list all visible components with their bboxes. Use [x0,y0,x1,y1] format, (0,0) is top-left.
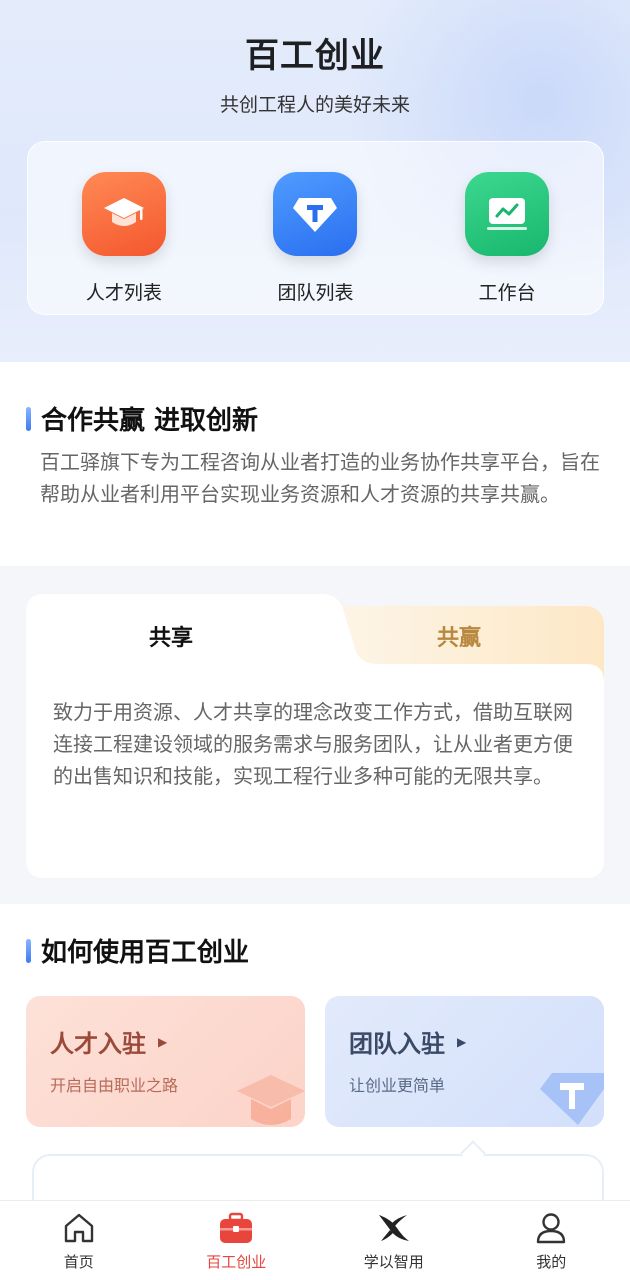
quick-link-team-list[interactable]: 团队列表 [240,172,390,305]
quick-link-talent-list[interactable]: 人才列表 [49,172,199,305]
how-to-heading-text: 如何使用百工创业 [41,938,250,968]
team-join-title: 团队入驻 ▶ [349,1024,466,1059]
tab-share[interactable]: 共享 [26,606,316,666]
share-win-panel: 共享 共赢 致力于用资源、人才共享的理念改变工作方式，借助互联网连接工程建设领域… [26,594,604,878]
x-logo-icon [377,1211,411,1245]
home-icon [62,1211,96,1245]
team-diamond-icon [273,172,358,256]
heading-accent-bar [26,406,31,431]
about-heading: 合作共赢 进取创新 [26,400,258,437]
talent-join-title: 人才入驻 ▶ [50,1024,167,1059]
quick-link-workbench[interactable]: 工作台 [432,172,582,305]
tab-learn[interactable]: 学以智用 [315,1201,473,1280]
about-section: 合作共赢 进取创新 百工驿旗下专为工程咨询从业者打造的业务协作共享平台，旨在帮助… [0,362,630,566]
team-join-title-text: 团队入驻 [349,1030,445,1058]
share-description: 致力于用资源、人才共享的理念改变工作方式，借助互联网连接工程建设领域的服务需求与… [53,700,573,788]
talent-join-title-text: 人才入驻 [50,1030,146,1058]
bottom-tab-bar: 首页 百工创业 学以智用 我的 [0,1200,630,1280]
team-join-subtitle: 让创业更简单 [349,1076,446,1095]
tab-label: 学以智用 [363,1253,424,1271]
tab-win[interactable]: 共赢 [314,606,604,666]
graduation-cap-icon [81,172,166,256]
team-diamond-icon [540,1073,604,1125]
about-description: 百工驿旗下专为工程咨询从业者打造的业务协作共享平台，旨在帮助从业者利用平台实现业… [40,450,600,506]
quick-link-label: 团队列表 [277,282,354,304]
briefcase-icon [218,1211,254,1245]
team-join-card[interactable]: 团队入驻 ▶ 让创业更简单 [325,996,604,1127]
hero-banner: 百工创业 共创工程人的美好未来 人才列表 团队列表 工作台 [0,0,630,362]
page-title: 百工创业 [245,36,385,76]
tab-home[interactable]: 首页 [0,1201,158,1280]
graduation-cap-icon [237,1075,305,1125]
tab-label: 我的 [536,1253,567,1271]
page-subtitle: 共创工程人的美好未来 [219,94,410,116]
how-to-section: 如何使用百工创业 人才入驻 ▶ 开启自由职业之路 团队入驻 ▶ 让创业更简单 [0,904,630,1214]
talent-join-card[interactable]: 人才入驻 ▶ 开启自由职业之路 [26,996,305,1127]
quick-link-label: 人才列表 [85,282,162,304]
caret-right-icon: ▶ [158,1034,168,1049]
user-icon [534,1211,568,1245]
talent-join-subtitle: 开启自由职业之路 [50,1076,179,1095]
caret-right-icon: ▶ [457,1034,467,1049]
quick-link-label: 工作台 [478,282,536,304]
tab-mine[interactable]: 我的 [473,1201,630,1280]
heading-accent-bar [26,938,31,963]
workbench-chart-icon [465,172,550,256]
tab-label: 首页 [63,1253,94,1271]
how-to-heading: 如何使用百工创业 [26,932,249,969]
tab-baigong-startup[interactable]: 百工创业 [158,1201,316,1280]
about-heading-text: 合作共赢 进取创新 [41,406,259,436]
quick-links-card: 人才列表 团队列表 工作台 [27,141,604,315]
tab-label: 百工创业 [206,1253,267,1271]
